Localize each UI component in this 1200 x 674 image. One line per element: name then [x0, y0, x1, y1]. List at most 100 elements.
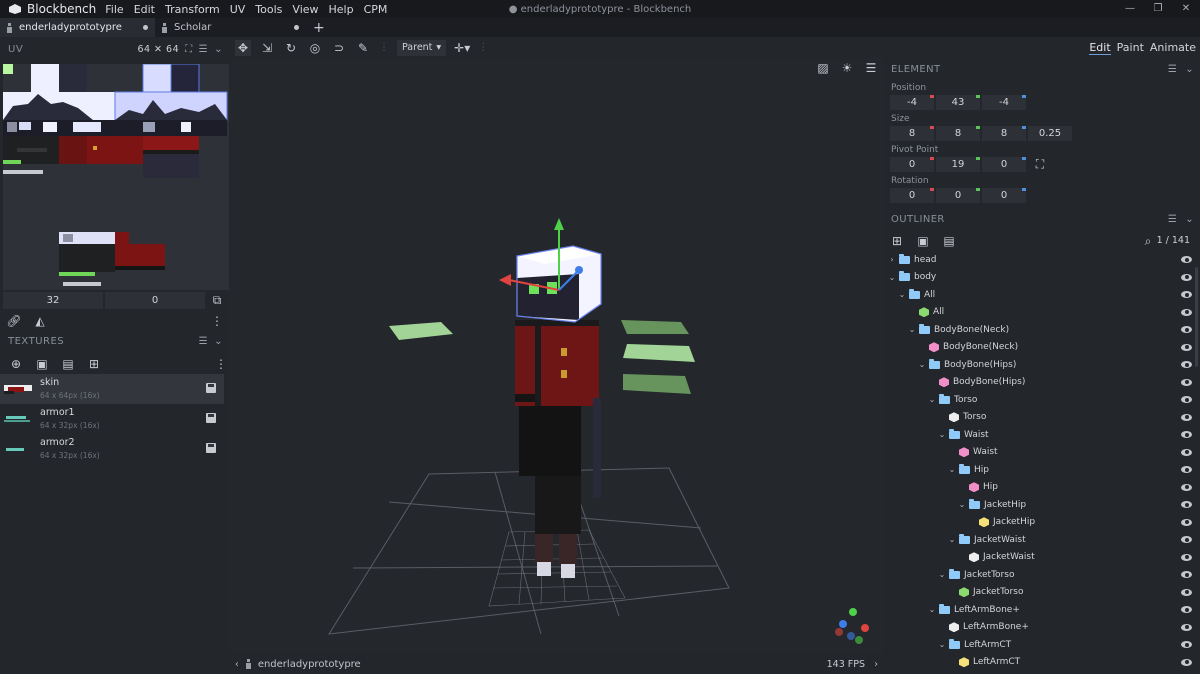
visibility-eye-icon[interactable]: [1181, 326, 1192, 333]
outliner-cube[interactable]: JacketTorso: [883, 584, 1200, 602]
visibility-eye-icon[interactable]: [1181, 623, 1192, 631]
outliner-cube[interactable]: Waist: [883, 444, 1200, 462]
menu-lines-icon[interactable]: ☰: [1168, 214, 1177, 225]
uv-offset-y-input[interactable]: 0: [105, 292, 205, 309]
pivot-tool-icon[interactable]: ◎: [307, 40, 323, 56]
uv-size-label[interactable]: 64 ✕ 64: [137, 44, 179, 55]
pivot-y-input[interactable]: 19: [936, 157, 980, 172]
save-icon[interactable]: [206, 443, 216, 453]
visibility-eye-icon[interactable]: [1181, 571, 1192, 578]
create-texture-icon[interactable]: ▣: [34, 356, 50, 372]
uv-offset-x-input[interactable]: 32: [3, 292, 103, 309]
position-x-input[interactable]: -4: [890, 95, 934, 110]
menu-lines-icon[interactable]: ☰: [199, 44, 208, 55]
menu-lines-icon[interactable]: ☰: [199, 336, 208, 347]
outliner-group[interactable]: ⌄ LeftArmBone+: [883, 601, 1200, 619]
more-vertical-icon[interactable]: ⋮: [213, 356, 229, 372]
menu-item-edit[interactable]: Edit: [129, 3, 160, 16]
chevron-down-icon[interactable]: ⌄: [897, 290, 907, 299]
chevron-down-icon[interactable]: ⌄: [947, 535, 957, 544]
visibility-eye-icon[interactable]: [1181, 431, 1192, 438]
close-icon[interactable]: ✕: [1172, 0, 1200, 18]
visibility-eye-icon[interactable]: [1181, 273, 1192, 281]
mode-edit[interactable]: Edit: [1089, 41, 1111, 55]
save-icon[interactable]: [206, 383, 216, 393]
menu-item-help[interactable]: Help: [324, 3, 359, 16]
transform-space-select[interactable]: Parent ▾: [397, 39, 447, 56]
visibility-eye-icon[interactable]: [1181, 606, 1192, 613]
visibility-eye-icon[interactable]: [1181, 483, 1192, 491]
menu-lines-icon[interactable]: ☰: [1168, 64, 1177, 75]
outliner-cube[interactable]: BodyBone(Hips): [883, 374, 1200, 392]
outliner-group[interactable]: ⌄ BodyBone(Hips): [883, 356, 1200, 374]
size-y-input[interactable]: 8: [936, 126, 980, 141]
visibility-eye-icon[interactable]: [1181, 501, 1192, 508]
visibility-eye-icon[interactable]: [1181, 553, 1192, 561]
uv-editor-canvas[interactable]: [3, 63, 229, 290]
visibility-eye-icon[interactable]: [1181, 378, 1192, 386]
mode-animate[interactable]: Animate: [1150, 41, 1196, 54]
mode-paint[interactable]: Paint: [1117, 41, 1144, 54]
menu-item-tools[interactable]: Tools: [250, 3, 287, 16]
menu-item-transform[interactable]: Transform: [160, 3, 225, 16]
visibility-eye-icon[interactable]: [1181, 308, 1192, 316]
add-group-icon[interactable]: ▣: [915, 233, 931, 249]
outliner-cube[interactable]: BodyBone(Neck): [883, 339, 1200, 357]
search-icon[interactable]: ⌕: [1140, 233, 1156, 249]
chevron-down-icon[interactable]: ⌄: [887, 273, 897, 282]
chevron-down-icon[interactable]: ⌄: [927, 395, 937, 404]
chevron-down-icon[interactable]: ⌄: [214, 336, 223, 347]
link-icon[interactable]: 🔗︎: [6, 313, 22, 329]
chevron-down-icon[interactable]: ⌄: [947, 465, 957, 474]
visibility-eye-icon[interactable]: [1181, 396, 1192, 403]
texture-item-skin[interactable]: skin 64 x 64px (16x): [0, 374, 224, 404]
pivot-x-input[interactable]: 0: [890, 157, 934, 172]
chevron-down-icon[interactable]: ⌄: [1185, 214, 1194, 225]
position-y-input[interactable]: 43: [936, 95, 980, 110]
visibility-eye-icon[interactable]: [1181, 518, 1192, 526]
folder-icon[interactable]: ▤: [60, 356, 76, 372]
size-z-input[interactable]: 8: [982, 126, 1026, 141]
outliner-group[interactable]: ⌄ LeftArmCT: [883, 636, 1200, 654]
chevron-down-icon[interactable]: ⌄: [937, 430, 947, 439]
collapse-all-icon[interactable]: ▤: [941, 233, 957, 249]
model-selector[interactable]: enderladyprototypre: [239, 655, 367, 674]
visibility-eye-icon[interactable]: [1181, 343, 1192, 351]
vertex-snap-icon[interactable]: ⊃: [331, 40, 347, 56]
add-cube-icon[interactable]: ⊞: [889, 233, 905, 249]
resize-tool-icon[interactable]: ⇲: [259, 40, 275, 56]
transform-options-icon[interactable]: ✛▾: [454, 40, 470, 56]
visibility-eye-icon[interactable]: [1181, 361, 1192, 368]
move-tool-icon[interactable]: ✥: [235, 39, 251, 56]
outliner-group[interactable]: ⌄ BodyBone(Neck): [883, 321, 1200, 339]
texture-item-armor2[interactable]: armor2 64 x 32px (16x): [0, 434, 224, 464]
visibility-eye-icon[interactable]: [1181, 413, 1192, 421]
position-z-input[interactable]: -4: [982, 95, 1026, 110]
chevron-down-icon[interactable]: ⌄: [937, 640, 947, 649]
outliner-group[interactable]: ⌄ Torso: [883, 391, 1200, 409]
visibility-eye-icon[interactable]: [1181, 536, 1192, 543]
outliner-group[interactable]: › head: [883, 251, 1200, 269]
visibility-eye-icon[interactable]: [1181, 641, 1192, 648]
outliner-cube[interactable]: Torso: [883, 409, 1200, 427]
visibility-eye-icon[interactable]: [1181, 256, 1192, 263]
new-tab-button[interactable]: +: [313, 20, 325, 36]
visibility-eye-icon[interactable]: [1181, 448, 1192, 456]
visibility-eye-icon[interactable]: [1181, 466, 1192, 473]
chevron-down-icon[interactable]: ⌄: [907, 325, 917, 334]
outliner-cube[interactable]: JacketHip: [883, 514, 1200, 532]
chevron-down-icon[interactable]: ⌄: [214, 44, 223, 55]
outliner-group[interactable]: ⌄ All: [883, 286, 1200, 304]
rotation-y-input[interactable]: 0: [936, 188, 980, 203]
rotate-tool-icon[interactable]: ↻: [283, 40, 299, 56]
rotation-z-input[interactable]: 0: [982, 188, 1026, 203]
pivot-z-input[interactable]: 0: [982, 157, 1026, 172]
menu-item-cpm[interactable]: CPM: [359, 3, 393, 16]
3d-viewport[interactable]: ▨ ☀ ☰: [229, 58, 883, 654]
visibility-eye-icon[interactable]: [1181, 291, 1192, 298]
outliner-group[interactable]: ⌄ Hip: [883, 461, 1200, 479]
mirror-icon[interactable]: ◭: [32, 313, 48, 329]
brush-tool-icon[interactable]: ✎: [355, 40, 371, 56]
viewport-menu-icon[interactable]: ☰: [863, 60, 879, 76]
brightness-icon[interactable]: ☀: [839, 60, 855, 76]
